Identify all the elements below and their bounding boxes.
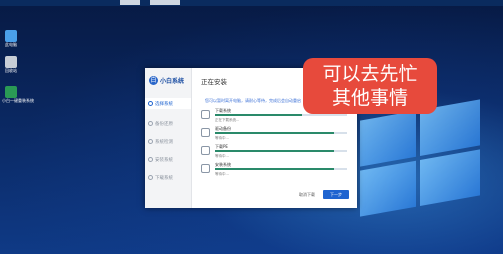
nav-circle-icon — [148, 175, 153, 180]
nav-item-label: 系统检测 — [155, 139, 173, 145]
nav-circle-icon — [148, 157, 153, 162]
nav-item-label: 下载系统 — [155, 175, 173, 181]
task-row: 安装系统 等待中... — [201, 162, 349, 180]
nav-item-backup[interactable]: 备份还原 — [145, 118, 191, 129]
callout-bubble: 可以去先忙 其他事情 — [303, 58, 437, 114]
desktop-icon-recycle-bin[interactable]: 回收站 — [2, 56, 20, 73]
nav-item-detect[interactable]: 系统检测 — [145, 136, 191, 147]
brand-name: 小白系统 — [160, 77, 185, 85]
task-row: 下载PE 等待中... — [201, 144, 349, 162]
task-status: 正在下载系统... — [215, 118, 240, 122]
progress-fill — [215, 150, 334, 152]
top-strip-chip — [120, 0, 140, 5]
task-status: 等待中... — [215, 136, 229, 140]
computer-icon — [5, 30, 17, 42]
desktop-icon-computer[interactable]: 此电脑 — [2, 30, 20, 47]
progress-bar — [215, 132, 347, 134]
task-row: 驱动备份 等待中... — [201, 126, 349, 144]
nav-circle-icon — [148, 101, 153, 106]
page-title: 正在安装 — [201, 78, 227, 86]
progress-fill — [215, 168, 334, 170]
pe-icon — [201, 146, 210, 155]
top-strip-chip — [150, 0, 180, 5]
installer-app-icon — [5, 86, 17, 98]
desktop-icon-installer[interactable]: 小白一键重装系统 — [2, 86, 34, 103]
callout-line-1: 可以去先忙 — [322, 63, 418, 85]
recycle-bin-icon — [5, 56, 17, 68]
next-button[interactable]: 下一步 — [323, 190, 349, 199]
callout-line-2: 其他事情 — [331, 87, 408, 109]
progress-fill — [215, 114, 303, 116]
notice-text: 您可以暂时离开电脑，请耐心等待，完成后会自动重启 — [205, 98, 301, 103]
progress-bar — [215, 150, 347, 152]
nav-item-install[interactable]: 安装系统 — [145, 154, 191, 165]
nav-item-label: 备份还原 — [155, 121, 173, 127]
cancel-download-button[interactable]: 取消下载 — [295, 190, 319, 199]
sidebar: 白 小白系统 选择系统 备份还原 系统检测 安装系统 下载系统 — [145, 68, 192, 208]
install-icon — [201, 164, 210, 173]
top-strip — [0, 0, 503, 6]
brand-logo-icon: 白 — [149, 75, 158, 85]
nav-item-label: 安装系统 — [155, 157, 173, 163]
download-icon — [201, 110, 210, 119]
progress-bar — [215, 168, 347, 170]
desktop-icon-label: 回收站 — [5, 68, 17, 73]
task-status: 等待中... — [215, 154, 229, 158]
nav-circle-icon — [148, 139, 153, 144]
nav-item-select-system[interactable]: 选择系统 — [145, 98, 191, 109]
brand: 白 小白系统 — [149, 74, 184, 86]
backup-icon — [201, 128, 210, 137]
nav-circle-icon — [148, 121, 153, 126]
desktop-icon-label: 小白一键重装系统 — [2, 98, 34, 103]
desktop-icon-label: 此电脑 — [5, 42, 17, 47]
task-status: 等待中... — [215, 172, 229, 176]
nav-item-label: 选择系统 — [155, 101, 173, 107]
windows-logo — [360, 99, 480, 220]
progress-bar — [215, 114, 347, 116]
nav-item-download[interactable]: 下载系统 — [145, 172, 191, 183]
progress-fill — [215, 132, 334, 134]
